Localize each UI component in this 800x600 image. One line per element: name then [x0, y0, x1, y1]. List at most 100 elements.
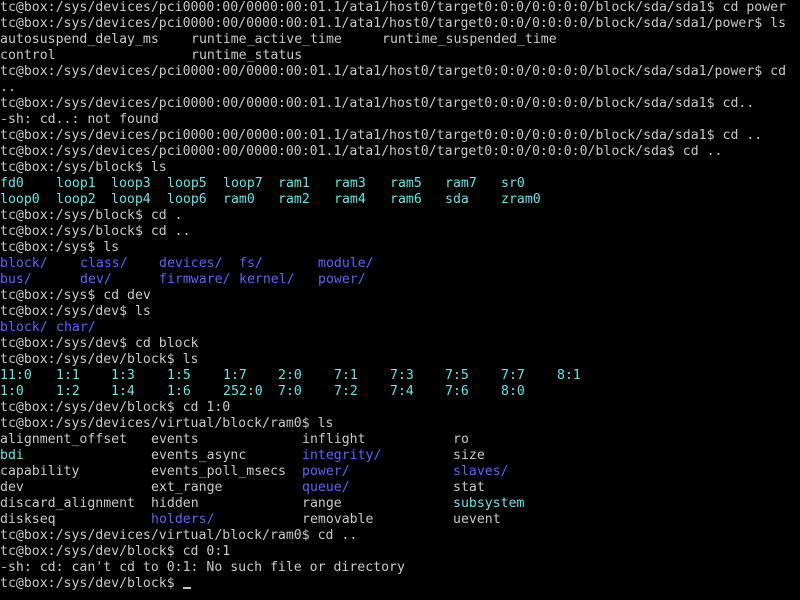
file-entry: 7:0	[278, 384, 302, 399]
ls-output-row: diskseq holders/removable uevent	[0, 512, 800, 528]
terminal-line: tc@box:/sys/block$ cd ..	[0, 224, 191, 239]
directory-entry: block/	[0, 256, 48, 271]
file-entry: alignment_offset	[0, 432, 128, 447]
file-entry: zram0	[501, 192, 541, 207]
directory-entry: firmware/	[159, 272, 231, 287]
file-entry: 7:1	[334, 368, 358, 383]
file-entry: ext_range	[151, 480, 223, 495]
terminal-line: tc@box:/sys/devices/pci0000:00/0000:00:0…	[0, 144, 723, 159]
file-entry: 7:4	[390, 384, 414, 399]
terminal-line: tc@box:/sys/devices/virtual/block/ram0$ …	[0, 528, 358, 543]
file-entry: loop6	[167, 192, 207, 207]
file-entry: ram3	[334, 176, 366, 191]
file-entry: 11:0	[0, 368, 32, 383]
file-entry: 1:6	[167, 384, 191, 399]
terminal-line: tc@box:/sys/block$ cd .	[0, 208, 183, 223]
file-entry: hidden	[151, 496, 199, 511]
directory-entry: char/	[56, 320, 96, 335]
terminal-line: tc@box:/sys/devices/pci0000:00/0000:00:0…	[0, 16, 787, 31]
terminal-line: tc@box:/sys/dev/block$ ls	[0, 352, 199, 367]
terminal-line: -sh: cd..: not found	[0, 112, 159, 127]
directory-entry: power/	[318, 272, 366, 287]
text-cursor[interactable]	[182, 587, 191, 589]
ls-output-row: alignment_offset events inflight ro	[0, 432, 800, 448]
file-entry: ram2	[278, 192, 310, 207]
file-entry: 1:5	[167, 368, 191, 383]
terminal-line: tc@box:/sys/dev/block$ cd 1:0	[0, 400, 231, 415]
file-entry: 252:0	[223, 384, 263, 399]
directory-entry: fs/	[239, 256, 263, 271]
file-entry: 1:7	[223, 368, 247, 383]
file-entry: range	[302, 496, 342, 511]
file-entry: capability	[0, 464, 80, 479]
file-entry: events	[151, 432, 199, 447]
terminal-screen[interactable]: tc@box:/sys/devices/pci0000:00/0000:00:0…	[0, 0, 800, 600]
terminal-line: tc@box:/sys/dev$ cd block	[0, 336, 199, 351]
terminal-line: tc@box:/sys/dev$ ls	[0, 304, 151, 319]
file-entry: events_async	[151, 448, 247, 463]
file-entry: runtime_active_time	[191, 32, 342, 47]
file-entry: stat	[453, 480, 485, 495]
file-entry: autosuspend_delay_ms	[0, 32, 159, 47]
file-entry: runtime_status	[191, 48, 303, 63]
terminal-line: tc@box:/sys/devices/pci0000:00/0000:00:0…	[0, 128, 763, 143]
file-entry: 1:3	[111, 368, 135, 383]
file-entry: ram5	[390, 176, 422, 191]
file-entry: loop0	[0, 192, 40, 207]
file-entry: 8:0	[501, 384, 525, 399]
file-entry: loop4	[111, 192, 151, 207]
file-entry: control	[0, 48, 56, 63]
file-entry: ro	[453, 432, 469, 447]
file-entry: events_poll_msecs	[151, 464, 286, 479]
directory-entry: module/	[318, 256, 374, 271]
ls-output-row: discard_alignment hidden range subsystem	[0, 496, 800, 512]
file-entry: sda	[445, 192, 469, 207]
file-entry: ram1	[278, 176, 310, 191]
directory-entry: integrity/	[302, 448, 382, 463]
file-entry: discard_alignment	[0, 496, 135, 511]
file-entry: 7:3	[390, 368, 414, 383]
terminal-line: tc@box:/sys/dev/block$ cd 0:1	[0, 544, 231, 559]
file-entry: runtime_suspended_time	[382, 32, 557, 47]
file-entry: 8:1	[557, 368, 581, 383]
terminal-line: tc@box:/sys/devices/virtual/block/ram0$ …	[0, 416, 334, 431]
file-entry: subsystem	[453, 496, 525, 511]
directory-entry: dev/	[80, 272, 112, 287]
file-entry: loop5	[167, 176, 207, 191]
ls-output-row: loop0 loop2 loop4 loop6 ram0 ram2 ram4 ram6 sda z…	[0, 192, 800, 208]
terminal-line: tc@box:/sys/devices/pci0000:00/0000:00:0…	[0, 64, 787, 79]
file-entry: 1:0	[0, 384, 24, 399]
terminal-line: tc@box:/sys$ ls	[0, 240, 120, 255]
file-entry: dev	[0, 480, 24, 495]
file-entry: 7:7	[501, 368, 525, 383]
ls-output-row: dev ext_range queue/stat	[0, 480, 800, 496]
ls-output-row: 1:0 1:2 1:4 1:6 252:0 7:0 7:2 7:4 7:6 8:0	[0, 384, 800, 400]
ls-output-row: block/char/	[0, 320, 800, 336]
file-entry: ram4	[334, 192, 366, 207]
ls-output-row: capability events_poll_msecs power/slaves/	[0, 464, 800, 480]
file-entry: 7:2	[334, 384, 358, 399]
file-entry: diskseq	[0, 512, 56, 527]
file-entry: 1:2	[56, 384, 80, 399]
directory-entry: queue/	[302, 480, 350, 495]
file-entry: sr0	[501, 176, 525, 191]
terminal-line: tc@box:/sys/devices/pci0000:00/0000:00:0…	[0, 0, 787, 15]
ls-output-row: autosuspend_delay_ms runtime_active_time r…	[0, 32, 800, 48]
file-entry: inflight	[302, 432, 366, 447]
ls-output-row: bus/dev/firmware/kernel/power/	[0, 272, 800, 288]
file-entry: 7:5	[445, 368, 469, 383]
shell-prompt: tc@box:/sys/dev/block$	[0, 576, 183, 591]
directory-entry: devices/	[159, 256, 223, 271]
file-entry: uevent	[453, 512, 501, 527]
file-entry: ram0	[223, 192, 255, 207]
file-entry: loop1	[56, 176, 96, 191]
ls-output-row: block/class/devices/fs/module/	[0, 256, 800, 272]
directory-entry: power/	[302, 464, 350, 479]
ls-output-row: fd0 loop1 loop3 loop5 loop7 ram1 ram3 ram5 ram7 s…	[0, 176, 800, 192]
file-entry: 2:0	[278, 368, 302, 383]
directory-entry: slaves/	[453, 464, 509, 479]
ls-output-row: control runtime_status	[0, 48, 800, 64]
file-entry: ram7	[445, 176, 477, 191]
ls-output-row: bdi events_async integrity/size	[0, 448, 800, 464]
file-entry: 1:4	[111, 384, 135, 399]
